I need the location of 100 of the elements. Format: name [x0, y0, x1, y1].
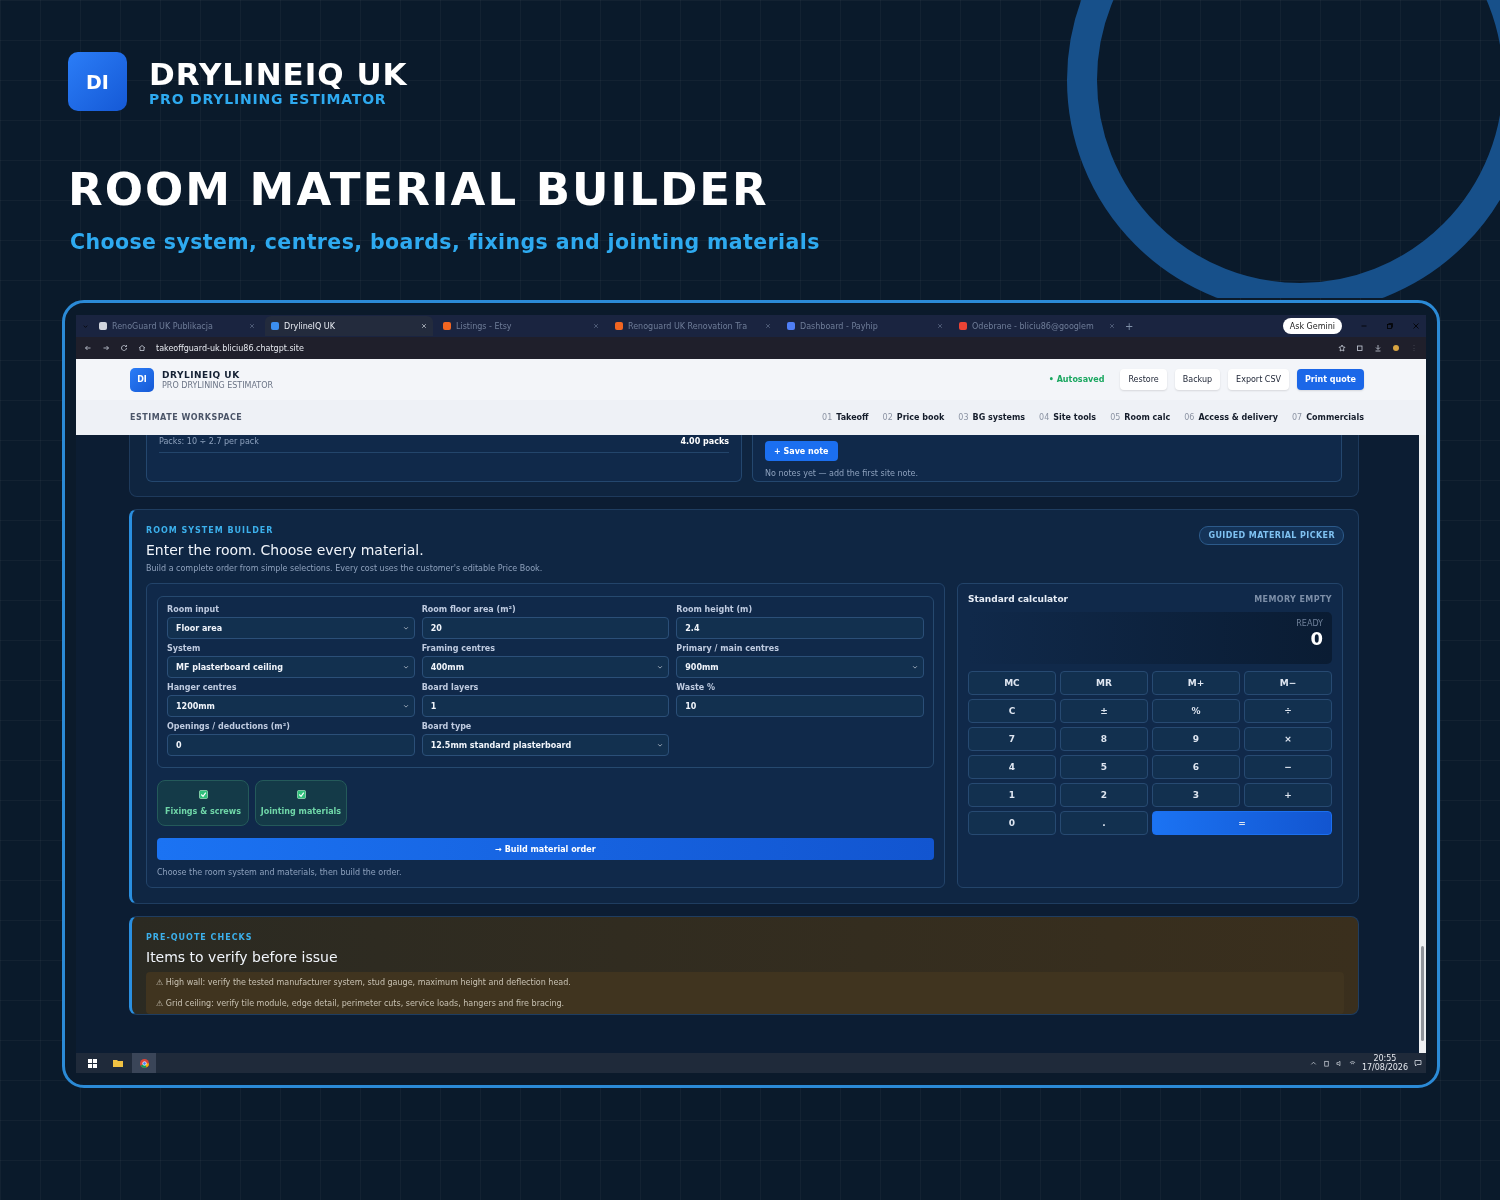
field-label: Framing centres [421, 644, 497, 653]
brand-tagline: PRO DRYLINING ESTIMATOR [149, 90, 388, 107]
input-field[interactable]: 10 [676, 695, 924, 717]
home-icon[interactable] [138, 344, 146, 352]
address-field[interactable]: takeoffguard-uk.bliciu86.chatgpt.site [156, 343, 304, 353]
calculator-key[interactable]: 4 [967, 755, 1056, 779]
browser-tab[interactable]: Dashboard - Payhip [781, 316, 949, 336]
calculator-key[interactable]: × [1243, 727, 1332, 751]
select-field[interactable]: 900mm [676, 656, 924, 678]
memory-status: MEMORY EMPTY [1254, 594, 1332, 604]
nav-link[interactable]: 01 Takeoff [822, 413, 869, 422]
chevron-up-icon[interactable] [1309, 1059, 1317, 1067]
option-toggle[interactable]: Fixings & screws [157, 780, 249, 826]
back-icon[interactable] [84, 344, 92, 352]
checkbox[interactable] [198, 790, 208, 799]
header-button[interactable]: Backup [1174, 369, 1221, 390]
chevron-down-icon[interactable] [657, 664, 664, 670]
select-field[interactable]: 1200mm [167, 695, 415, 717]
input-field[interactable]: 1 [421, 695, 670, 717]
calculator-key[interactable]: ± [1059, 699, 1148, 723]
reload-icon[interactable] [120, 344, 128, 352]
chevron-down-icon[interactable] [402, 703, 409, 709]
avatar-icon[interactable] [1392, 344, 1400, 352]
display-value: 0 [1310, 628, 1323, 649]
section-description: Build a complete order from simple selections. Every cost uses the customer's editable Price Book. [146, 564, 543, 573]
calculator-key[interactable]: MC [967, 671, 1056, 695]
calculator-key[interactable]: − [1243, 755, 1332, 779]
new-tab-button[interactable]: + [1125, 320, 1134, 332]
star-icon[interactable] [1338, 344, 1346, 352]
speaker-icon[interactable] [1335, 1059, 1343, 1067]
calculator-key[interactable]: 7 [967, 727, 1056, 751]
field-label: Hanger centres [167, 683, 238, 692]
calculator-key[interactable]: . [1059, 811, 1148, 835]
nav-link[interactable]: 06 Access & delivery [1184, 413, 1278, 422]
workspace-label: ESTIMATE WORKSPACE [130, 413, 243, 422]
forward-icon[interactable] [102, 344, 110, 352]
battery-icon[interactable] [1322, 1059, 1330, 1067]
puzzle-icon[interactable] [1356, 344, 1364, 352]
calculator-title: Standard calculator [967, 594, 1069, 604]
select-field[interactable]: MF plasterboard ceiling [167, 656, 415, 678]
select-field[interactable]: 400mm [421, 656, 670, 678]
check-item: ⚠ Grid ceiling: verify tile module, edge detail, perimeter cuts, service loads, hangers and fire bracing. [146, 993, 1344, 1014]
calculator-key[interactable]: 2 [1059, 783, 1148, 807]
save-note-button[interactable]: + Save note [765, 441, 838, 461]
chevron-down-icon[interactable] [911, 664, 918, 670]
calculator-key[interactable]: M− [1243, 671, 1332, 695]
section-eyebrow: PRE-QUOTE CHECKS [146, 933, 253, 942]
browser-tab[interactable]: Renoguard UK Renovation Tra [609, 316, 777, 336]
browser-tab[interactable]: Odebrane - bliciu86@googlem [953, 316, 1121, 336]
brand-name: DRYLINEIQ UK [149, 56, 408, 91]
chevron-down-icon[interactable] [657, 742, 664, 748]
calculator-key[interactable]: 1 [967, 783, 1056, 807]
select-field[interactable]: 12.5mm standard plasterboard [421, 734, 670, 756]
calculator-key[interactable]: ÷ [1243, 699, 1332, 723]
calculator-key[interactable]: M+ [1151, 671, 1240, 695]
calculator-key[interactable]: 9 [1151, 727, 1240, 751]
scrollbar[interactable] [1419, 435, 1426, 1053]
calculator-key[interactable]: C [967, 699, 1056, 723]
input-field[interactable]: 2.4 [676, 617, 924, 639]
calculator-key[interactable]: 5 [1059, 755, 1148, 779]
nav-link[interactable]: 05 Room calc [1110, 413, 1171, 422]
checkbox[interactable] [296, 790, 306, 799]
nav-link[interactable]: 03 BG systems [958, 413, 1026, 422]
option-toggle[interactable]: Jointing materials [255, 780, 347, 826]
section-eyebrow: ROOM SYSTEM BUILDER [146, 526, 274, 535]
input-field[interactable]: 0 [167, 734, 415, 756]
chevron-down-icon[interactable] [402, 664, 409, 670]
clock[interactable]: 20:55 17/08/2026 [1361, 1054, 1408, 1072]
calculator-key[interactable]: 3 [1151, 783, 1240, 807]
ready-status: READY [1296, 619, 1323, 628]
calculator-key[interactable]: % [1151, 699, 1240, 723]
notification-icon[interactable] [1414, 1059, 1422, 1067]
nav-link[interactable]: 07 Commercials [1292, 413, 1364, 422]
nav-link[interactable]: 04 Site tools [1039, 413, 1097, 422]
check-item: ⚠ High wall: verify the tested manufacturer system, stud gauge, maximum height and deflection head. [146, 972, 1344, 993]
browser-tab[interactable]: Listings - Etsy [437, 316, 605, 336]
chevron-down-icon[interactable] [402, 625, 409, 631]
section-title: Items to verify before issue [146, 949, 338, 965]
input-field[interactable]: 20 [421, 617, 670, 639]
calculator-key[interactable]: MR [1059, 671, 1148, 695]
nav-link[interactable]: 02 Price book [882, 413, 945, 422]
select-field[interactable]: Floor area [167, 617, 415, 639]
calculator-key[interactable]: 6 [1151, 755, 1240, 779]
pack-note: Packs: 10 ÷ 2.7 per pack [159, 437, 259, 446]
field-label: Primary / main centres [676, 644, 780, 653]
browser-icon[interactable] [132, 1053, 156, 1073]
header-button[interactable]: Restore [1120, 369, 1167, 390]
equals-key[interactable]: = [1151, 811, 1332, 835]
download-icon[interactable] [1374, 344, 1382, 352]
wifi-icon[interactable] [1348, 1059, 1356, 1067]
build-order-button[interactable]: → Build material order [157, 838, 934, 860]
calculator-key[interactable]: 0 [967, 811, 1056, 835]
browser-tab[interactable]: RenoGuard UK Publikacja [93, 316, 261, 336]
ask-gemini-button[interactable]: Ask Gemini [1282, 318, 1342, 334]
header-button[interactable]: Print quote [1296, 369, 1364, 390]
calculator-key[interactable]: + [1243, 783, 1332, 807]
browser-tab[interactable]: DrylineIQ UK [265, 316, 433, 336]
header-button[interactable]: Export CSV [1228, 369, 1289, 390]
field-label: Waste % [676, 683, 717, 692]
calculator-key[interactable]: 8 [1059, 727, 1148, 751]
